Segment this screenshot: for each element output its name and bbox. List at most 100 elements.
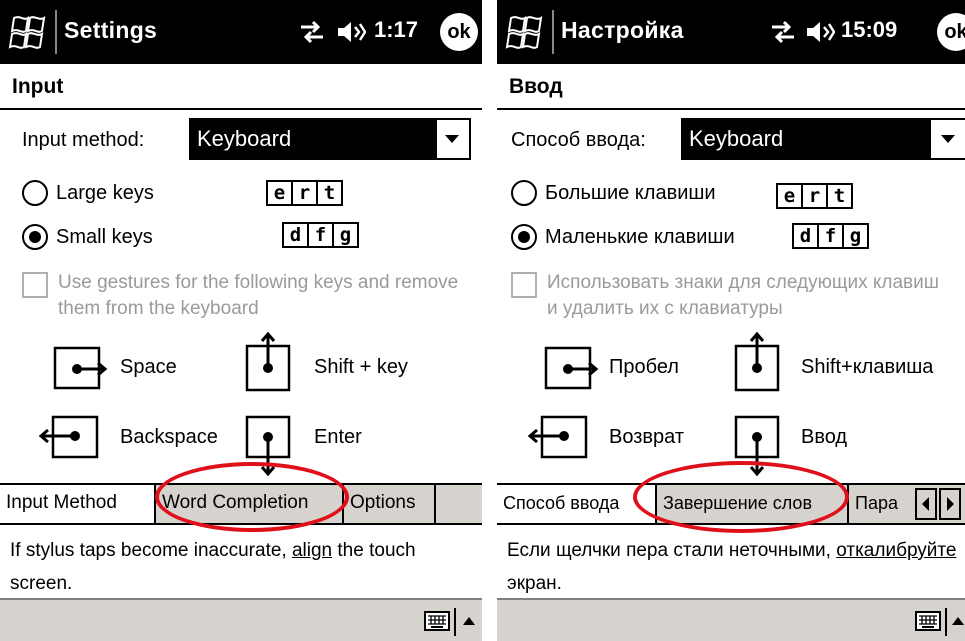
- title-bar: Настройка 15:09 ok: [497, 0, 965, 64]
- key-d: d: [282, 222, 309, 248]
- note-prefix: If stylus taps become inaccurate,: [10, 540, 292, 561]
- page-header: Ввод: [497, 64, 965, 110]
- title-separator: [552, 10, 554, 54]
- gestures-checkbox[interactable]: [511, 272, 537, 298]
- gestures-checkbox-label: Использовать знаки для следующих клавиш …: [547, 272, 939, 319]
- clock[interactable]: 15:09: [841, 17, 897, 43]
- connectivity-icon[interactable]: [298, 18, 326, 46]
- input-method-selected-value: Keyboard: [191, 120, 437, 158]
- tab-word-completion[interactable]: Word Completion: [156, 485, 344, 523]
- key-e: e: [266, 180, 293, 206]
- note-prefix: Если щелчки пера стали неточными,: [507, 540, 837, 561]
- small-keys-radio[interactable]: [22, 224, 48, 250]
- tab-options[interactable]: Options: [344, 485, 436, 523]
- panel-gap: [482, 0, 497, 641]
- connectivity-icon[interactable]: [769, 18, 797, 46]
- space-gesture-icon: [53, 346, 108, 390]
- small-keys-option[interactable]: Маленькие клавиши: [511, 224, 735, 250]
- tab-bar: Способ ввода Завершение слов Пара: [497, 483, 965, 525]
- calibration-note: If stylus taps become inaccurate, align …: [10, 534, 470, 600]
- menu-bar: [497, 598, 965, 641]
- page-title: Ввод: [509, 75, 563, 98]
- app-title: Settings: [64, 17, 158, 43]
- small-keys-label: Small keys: [56, 225, 153, 248]
- settings-screen-english: Settings 1:17 ok Input Input method: Key…: [0, 0, 482, 641]
- input-method-selected-value: Keyboard: [683, 120, 931, 158]
- ok-button[interactable]: ok: [937, 13, 965, 51]
- page-title: Input: [12, 75, 64, 98]
- volume-icon[interactable]: [336, 19, 366, 45]
- title-separator: [55, 10, 57, 54]
- chevron-left-icon: [922, 497, 929, 511]
- enter-gesture-icon: [245, 415, 291, 477]
- tab-input-method[interactable]: Способ ввода: [497, 485, 657, 523]
- large-keys-option[interactable]: Large keys: [22, 180, 154, 206]
- tab-scroll-left-button[interactable]: [915, 488, 937, 520]
- menu-separator: [945, 608, 947, 636]
- key-r: r: [801, 183, 828, 209]
- windows-start-icon[interactable]: [505, 12, 547, 54]
- key-r: r: [291, 180, 318, 206]
- key-t: t: [316, 180, 343, 206]
- key-f: f: [307, 222, 334, 248]
- sip-up-arrow-icon[interactable]: [462, 614, 476, 628]
- note-suffix: экран.: [507, 573, 562, 594]
- space-label: Пробел: [609, 356, 679, 378]
- shift-gesture-icon: [734, 332, 780, 392]
- small-keys-option[interactable]: Small keys: [22, 224, 153, 250]
- small-keys-label: Маленькие клавиши: [545, 225, 735, 248]
- enter-gesture-icon: [734, 415, 780, 477]
- app-title: Настройка: [561, 17, 684, 43]
- gestures-option[interactable]: Use gestures for the following keys and …: [22, 270, 462, 322]
- calibration-note: Если щелчки пера стали неточными, откали…: [507, 534, 965, 600]
- align-link[interactable]: align: [292, 540, 332, 561]
- backspace-label: Возврат: [609, 426, 684, 448]
- enter-label: Ввод: [801, 426, 848, 448]
- page-header: Input: [0, 64, 482, 110]
- key-g: g: [842, 223, 869, 249]
- tab-input-method[interactable]: Input Method: [0, 485, 156, 523]
- calibrate-link[interactable]: откалибруйте: [836, 540, 956, 561]
- space-gesture-icon: [544, 346, 599, 390]
- dropdown-arrow-icon[interactable]: [435, 120, 469, 158]
- keyboard-icon[interactable]: [915, 611, 941, 631]
- backspace-gesture-icon: [38, 415, 99, 459]
- chevron-right-icon: [947, 497, 954, 511]
- sip-up-arrow-icon[interactable]: [951, 614, 965, 628]
- gestures-option[interactable]: Использовать знаки для следующих клавиш …: [511, 270, 951, 322]
- space-label: Space: [120, 356, 177, 378]
- volume-icon[interactable]: [805, 19, 835, 45]
- settings-screen-russian: Настройка 15:09 ok Ввод Способ ввода: Ke…: [497, 0, 965, 641]
- tab-options[interactable]: Пара: [849, 485, 915, 523]
- title-bar: Settings 1:17 ok: [0, 0, 482, 64]
- key-g: g: [332, 222, 359, 248]
- shift-label: Shift+клавиша: [801, 356, 934, 378]
- gestures-checkbox-label: Use gestures for the following keys and …: [58, 272, 459, 319]
- input-method-dropdown[interactable]: Keyboard: [681, 118, 965, 160]
- large-keys-label: Large keys: [56, 181, 154, 204]
- shift-gesture-icon: [245, 332, 291, 392]
- large-keys-option[interactable]: Большие клавиши: [511, 180, 716, 206]
- ok-button[interactable]: ok: [440, 13, 478, 51]
- key-f: f: [817, 223, 844, 249]
- small-keys-radio[interactable]: [511, 224, 537, 250]
- large-keys-radio[interactable]: [22, 180, 48, 206]
- input-method-label: Способ ввода:: [511, 129, 646, 151]
- menu-separator: [454, 608, 456, 636]
- large-keys-radio[interactable]: [511, 180, 537, 206]
- enter-label: Enter: [314, 426, 362, 448]
- clock[interactable]: 1:17: [374, 17, 418, 43]
- tab-word-completion[interactable]: Завершение слов: [657, 485, 849, 523]
- input-method-label: Input method:: [22, 129, 145, 151]
- tab-scroll-right-button[interactable]: [939, 488, 961, 520]
- windows-start-icon[interactable]: [8, 12, 50, 54]
- large-keys-label: Большие клавиши: [545, 181, 716, 204]
- gestures-checkbox[interactable]: [22, 272, 48, 298]
- input-method-dropdown[interactable]: Keyboard: [189, 118, 471, 160]
- backspace-label: Backspace: [120, 426, 218, 448]
- dropdown-arrow-icon[interactable]: [931, 120, 965, 158]
- keyboard-icon[interactable]: [424, 611, 450, 631]
- key-d: d: [792, 223, 819, 249]
- tab-bar: Input Method Word Completion Options: [0, 483, 482, 525]
- backspace-gesture-icon: [527, 415, 588, 459]
